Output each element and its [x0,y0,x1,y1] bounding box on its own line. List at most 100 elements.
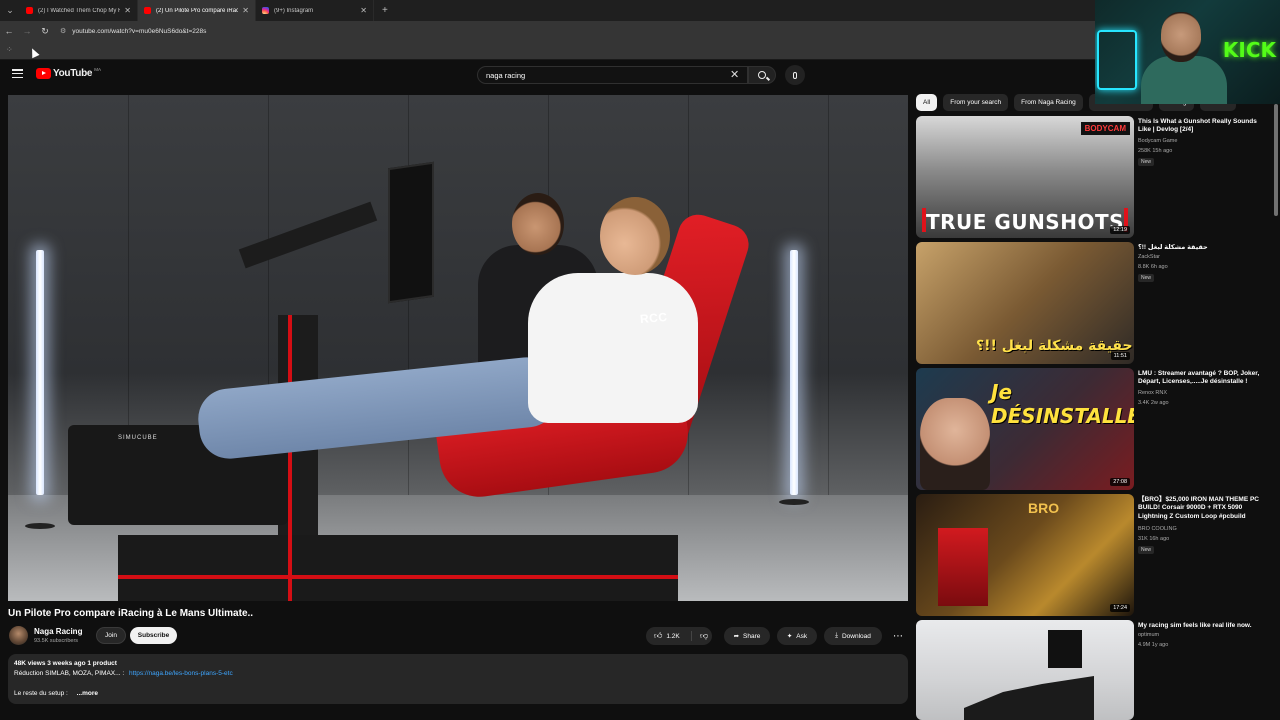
instagram-favicon-icon [262,7,269,14]
video-thumbnail[interactable]: حقيقة مشكلة لبغل !!؟ 11:51 [916,242,1134,364]
search-input[interactable]: naga racing [477,66,748,84]
recommendation-item[interactable]: BRO 17:24 【BRO】$25,000 IRON MAN THEME PC… [916,494,1266,616]
recommendation-meta: 8.8K 6h ago [1138,264,1168,270]
youtube-favicon-icon [144,7,151,14]
thumbs-down-icon[interactable]: 👎︎ [700,631,708,641]
duration-badge: 27:08 [1110,478,1130,486]
recommendation-meta: 3.4K 2w ago [1138,400,1169,406]
video-thumbnail[interactable] [916,620,1134,720]
recommendation-title[interactable]: حقيقة مشكلة لبغل !!؟ [1138,244,1266,252]
youtube-play-icon [36,68,51,79]
share-arrow-icon: ➦ [733,633,740,640]
recommendation-channel[interactable]: Renox RNX [1138,390,1167,396]
logo-text: YouTube [53,68,93,79]
show-more-link[interactable]: ...more [77,690,98,697]
youtube-favicon-icon [26,7,33,14]
url-field[interactable]: ⚙ youtube.com/watch?v=mu0e6NuS6do&t=228s [60,23,1095,39]
video-thumbnail[interactable]: BODYCAM TRUE GUNSHOTS 12:19 [916,116,1134,238]
recommendation-item[interactable]: حقيقة مشكلة لبغل !!؟ 11:51 حقيقة مشكلة ل… [916,242,1266,364]
recommendation-title[interactable]: My racing sim feels like real life now. [1138,622,1266,630]
tab-title: (9+) Instagram [274,7,314,14]
youtube-header: YouTube MA naga racing ✕ [0,60,1095,90]
recommendation-item[interactable]: Je DÉSINSTALLE 27:08 LMU : Streamer avan… [916,368,1266,490]
chip-from-naga-racing[interactable]: From Naga Racing [1014,94,1083,111]
sparkle-icon: ✦ [786,633,793,640]
description-promo: Réduction SIMLAB, MOZA, PIMAX... : [14,670,125,677]
address-bar-row: ← → ↻ ⚙ youtube.com/watch?v=mu0e6NuS6do&… [0,21,1095,41]
tab-search-icon[interactable]: ⌄ [0,0,20,21]
more-actions-icon[interactable]: ⋯ [889,627,907,645]
sim-rig-base [118,535,678,601]
thumbnail-text: BRO [1028,500,1060,516]
menu-icon[interactable] [12,69,23,78]
youtube-logo[interactable]: YouTube MA [36,67,101,79]
download-label: Download [841,632,871,640]
back-arrow-icon[interactable]: ← [0,26,18,36]
download-icon: ⤓ [835,632,838,639]
like-button[interactable]: 👍︎ 1.2K 👎︎ [646,627,712,645]
browser-tab-bar: ⌄ (2) I Watched Them Chop My H ✕ (2) Un … [0,0,1095,21]
light-tube [790,250,798,495]
share-button[interactable]: ➦ Share [724,627,770,645]
like-count: 1.2K [666,632,680,640]
neon-sign-text: KICK [1222,38,1276,62]
duration-badge: 17:24 [1110,604,1130,612]
recommendation-channel[interactable]: optimum [1138,632,1159,638]
new-tab-plus-icon[interactable]: + [382,5,388,16]
browser-tab-2[interactable]: (2) Un Pilote Pro compare iRaci ✕ [138,0,256,21]
channel-avatar[interactable] [9,626,28,645]
thumbnail-logo: BODYCAM [1080,122,1130,135]
recommendation-channel[interactable]: BRO COOLING [1138,526,1177,532]
new-badge: New [1138,546,1155,554]
video-thumbnail[interactable]: Je DÉSINSTALLE 27:08 [916,368,1134,490]
sidebar-scrollbar[interactable] [1274,104,1278,216]
webcam-overlay: KICK [1095,0,1280,104]
tab-title: (2) I Watched Them Chop My H [38,7,121,14]
light-tube [36,250,44,495]
search-value: naga racing [486,70,526,80]
share-label: Share [743,632,761,640]
video-stats: 48K views 3 weeks ago 1 product [14,660,117,667]
recommendation-title[interactable]: LMU : Streamer avantagé ? BOP, Joker, Dé… [1138,370,1266,387]
join-button[interactable]: Join [96,627,126,644]
browser-tab-1[interactable]: (2) I Watched Them Chop My H ✕ [20,0,138,21]
forward-arrow-icon[interactable]: → [18,26,36,36]
download-button[interactable]: ⤓ Download [824,627,882,645]
close-icon[interactable]: ✕ [242,6,249,15]
url-text: youtube.com/watch?v=mu0e6NuS6do&t=228s [72,27,207,35]
driver [528,273,698,423]
subscribe-button[interactable]: Subscribe [130,627,177,644]
channel-name[interactable]: Naga Racing [34,627,82,636]
recommendation-meta: 31K 16h ago [1138,536,1170,542]
voice-search-button[interactable] [785,65,805,85]
close-icon[interactable]: ✕ [360,6,367,15]
tab-title: (2) Un Pilote Pro compare iRaci [156,7,239,14]
chip-from-your-search[interactable]: From your search [943,94,1009,111]
description-text: Réduction SIMLAB, MOZA, PIMAX... : https… [14,670,902,677]
thumbnail-text: حقيقة مشكلة لبغل !!؟ [976,338,1133,354]
apps-grid-icon[interactable]: ⁘ [6,45,13,54]
description-box[interactable]: 48K views 3 weeks ago 1 product Réductio… [8,654,908,704]
reload-icon[interactable]: ↻ [36,26,54,37]
thumbnail-text: TRUE GUNSHOTS [926,210,1124,234]
search-icon [758,71,766,79]
recommendation-item[interactable]: My racing sim feels like real life now. … [916,620,1266,720]
recommendation-item[interactable]: BODYCAM TRUE GUNSHOTS 12:19 This Is What… [916,116,1266,238]
clear-search-icon[interactable]: ✕ [730,68,739,81]
recommendation-channel[interactable]: ZackStar [1138,254,1160,260]
ask-button[interactable]: ✦ Ask [777,627,817,645]
recommendation-title[interactable]: This Is What a Gunshot Really Sounds Lik… [1138,118,1266,135]
browser-tab-3[interactable]: (9+) Instagram ✕ [256,0,374,21]
recommendation-title[interactable]: 【BRO】$25,000 IRON MAN THEME PC BUILD! Co… [1138,496,1266,521]
thumbnail-text: Je DÉSINSTALLE [991,380,1134,428]
video-player[interactable]: SIMUCUBE RCC [8,95,908,601]
video-thumbnail[interactable]: BRO 17:24 [916,494,1134,616]
chip-all[interactable]: All [916,94,938,111]
search-button[interactable] [748,66,776,84]
recommendation-channel[interactable]: Bodycam Game [1138,138,1177,144]
site-info-icon[interactable]: ⚙ [60,27,66,35]
logo-region: MA [94,67,101,72]
close-icon[interactable]: ✕ [124,6,131,15]
ask-label: Ask [796,632,808,640]
description-link[interactable]: https://naga.be/les-bons-plans-5-etc [129,670,233,677]
